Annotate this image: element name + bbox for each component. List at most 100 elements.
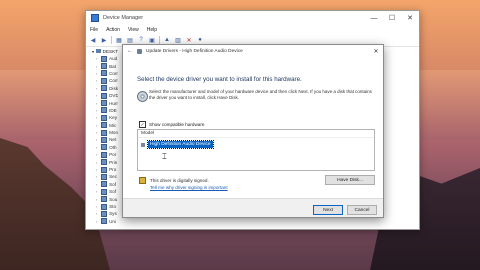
tree-item-label: Sof xyxy=(109,189,117,195)
have-disk-button[interactable]: Have Disk... xyxy=(325,175,375,185)
signed-status-row: This driver is digitally signed. xyxy=(139,177,209,184)
device-category-icon xyxy=(100,129,108,136)
toolbar-separator xyxy=(111,36,112,44)
tree-item[interactable]: › Sys xyxy=(92,210,118,217)
chevron-right-icon[interactable]: › xyxy=(96,123,99,128)
tree-item[interactable]: › Oth xyxy=(92,144,118,151)
chevron-right-icon[interactable]: › xyxy=(96,115,99,120)
menu-file[interactable]: File xyxy=(90,27,98,33)
chevron-right-icon[interactable]: › xyxy=(96,130,99,135)
model-list-item[interactable]: High Definition Audio Device xyxy=(141,140,214,149)
tree-item-label: Bat xyxy=(109,63,117,69)
chevron-right-icon[interactable]: › xyxy=(96,101,99,106)
chevron-right-icon[interactable]: › xyxy=(96,78,99,83)
driver-signing-link[interactable]: Tell me why driver signing is important xyxy=(150,185,228,190)
device-category-icon xyxy=(100,151,108,158)
tree-item-label: Sys xyxy=(109,211,117,217)
show-hide-tree-icon[interactable]: ▦ xyxy=(115,36,123,44)
device-category-icon xyxy=(100,159,108,166)
tree-item[interactable]: › IDE xyxy=(92,107,118,114)
tree-item[interactable]: › Aud xyxy=(92,55,118,62)
chevron-right-icon[interactable]: › xyxy=(96,137,99,142)
tree-item[interactable]: › Sof xyxy=(92,188,118,195)
menu-action[interactable]: Action xyxy=(106,27,120,33)
device-category-icon xyxy=(100,166,108,173)
dialog-close-button[interactable]: ✕ xyxy=(369,48,383,55)
tree-item-label: Mon xyxy=(109,130,118,136)
chevron-right-icon[interactable]: › xyxy=(96,197,99,202)
next-button[interactable]: Next xyxy=(313,205,343,215)
view-icon[interactable]: ▣ xyxy=(148,36,156,44)
properties-icon[interactable]: ▤ xyxy=(126,36,134,44)
chevron-right-icon[interactable]: › xyxy=(96,219,99,224)
tree-item[interactable]: › Com xyxy=(92,70,118,77)
dialog-title: Update Drivers - High Definition Audio D… xyxy=(146,48,243,54)
tree-item[interactable]: › Sof xyxy=(92,181,118,188)
tree-item[interactable]: › Disk xyxy=(92,85,118,92)
chevron-right-icon[interactable]: › xyxy=(96,145,99,150)
chevron-right-icon[interactable]: › xyxy=(96,189,99,194)
chevron-right-icon[interactable]: › xyxy=(96,204,99,209)
device-category-icon xyxy=(100,70,108,77)
tree-root[interactable]: ▾ DESKT xyxy=(92,47,118,55)
tree-item[interactable]: › Pro xyxy=(92,166,118,173)
menu-help[interactable]: Help xyxy=(147,27,157,33)
chevron-right-icon[interactable]: › xyxy=(96,152,99,157)
forward-arrow-icon[interactable]: ▶ xyxy=(100,36,108,44)
tree-item[interactable]: › Key xyxy=(92,114,118,121)
menu-view[interactable]: View xyxy=(128,27,139,33)
device-category-icon xyxy=(100,136,108,143)
device-category-icon xyxy=(100,144,108,151)
tree-item[interactable]: › Com xyxy=(92,77,118,84)
audio-device-icon xyxy=(137,48,142,54)
back-arrow-icon[interactable]: ◀ xyxy=(89,36,97,44)
chevron-down-icon[interactable]: ▾ xyxy=(92,49,94,54)
tree-item[interactable]: › Sec xyxy=(92,173,118,180)
tree-item[interactable]: › Net xyxy=(92,136,118,143)
show-compatible-checkbox[interactable]: ✓ xyxy=(139,121,146,128)
tree-item[interactable]: › Uni xyxy=(92,218,118,225)
minimize-button[interactable]: — xyxy=(365,11,383,25)
back-arrow-icon[interactable]: ← xyxy=(127,48,133,54)
chevron-right-icon[interactable]: › xyxy=(96,93,99,98)
mouse-cursor-icon: ⌶ xyxy=(162,152,167,161)
update-driver-icon[interactable]: ▲ xyxy=(163,36,171,44)
show-compatible-row[interactable]: ✓ Show compatible hardware xyxy=(139,121,204,128)
download-icon[interactable]: ● xyxy=(196,36,204,44)
chevron-right-icon[interactable]: › xyxy=(96,160,99,165)
tree-item[interactable]: › Bat xyxy=(92,62,118,70)
update-drivers-titlebar[interactable]: ← Update Drivers - High Definition Audio… xyxy=(123,45,383,57)
close-button[interactable]: ✕ xyxy=(401,11,419,25)
chevron-right-icon[interactable]: › xyxy=(96,64,99,69)
tree-item[interactable]: › Mon xyxy=(92,129,118,136)
uninstall-device-icon[interactable]: ✕ xyxy=(185,36,193,44)
tree-item[interactable]: › Sou xyxy=(92,195,118,203)
device-category-icon xyxy=(100,77,108,84)
tree-item[interactable]: › Hum xyxy=(92,99,118,107)
signed-driver-icon xyxy=(139,177,146,184)
chevron-right-icon[interactable]: › xyxy=(96,174,99,179)
tree-item[interactable]: › DVD xyxy=(92,92,118,99)
help-icon[interactable]: ? xyxy=(137,36,145,44)
computer-icon xyxy=(96,49,101,53)
chevron-right-icon[interactable]: › xyxy=(96,56,99,61)
maximize-button[interactable]: ☐ xyxy=(383,11,401,25)
dialog-description: Select the manufacturer and model of you… xyxy=(149,89,372,100)
tree-item[interactable]: › Mic xyxy=(92,122,118,129)
tree-item[interactable]: › Por xyxy=(92,151,118,158)
chevron-right-icon[interactable]: › xyxy=(96,211,99,216)
chevron-right-icon[interactable]: › xyxy=(96,108,99,113)
tree-item-label: Disk xyxy=(109,85,118,91)
tree-item[interactable]: › Prin xyxy=(92,158,118,166)
device-manager-titlebar[interactable]: Device Manager — ☐ ✕ xyxy=(86,11,419,25)
device-category-icon xyxy=(100,63,108,70)
chevron-right-icon[interactable]: › xyxy=(96,182,99,187)
chevron-right-icon[interactable]: › xyxy=(96,86,99,91)
scan-hardware-icon[interactable]: ▥ xyxy=(174,36,182,44)
chevron-right-icon[interactable]: › xyxy=(96,71,99,76)
device-category-icon xyxy=(100,188,108,195)
tree-item[interactable]: › Sto xyxy=(92,203,118,210)
cancel-button[interactable]: Cancel xyxy=(347,205,377,215)
model-list[interactable]: Model High Definition Audio Device ⌶ xyxy=(137,129,375,171)
chevron-right-icon[interactable]: › xyxy=(96,167,99,172)
